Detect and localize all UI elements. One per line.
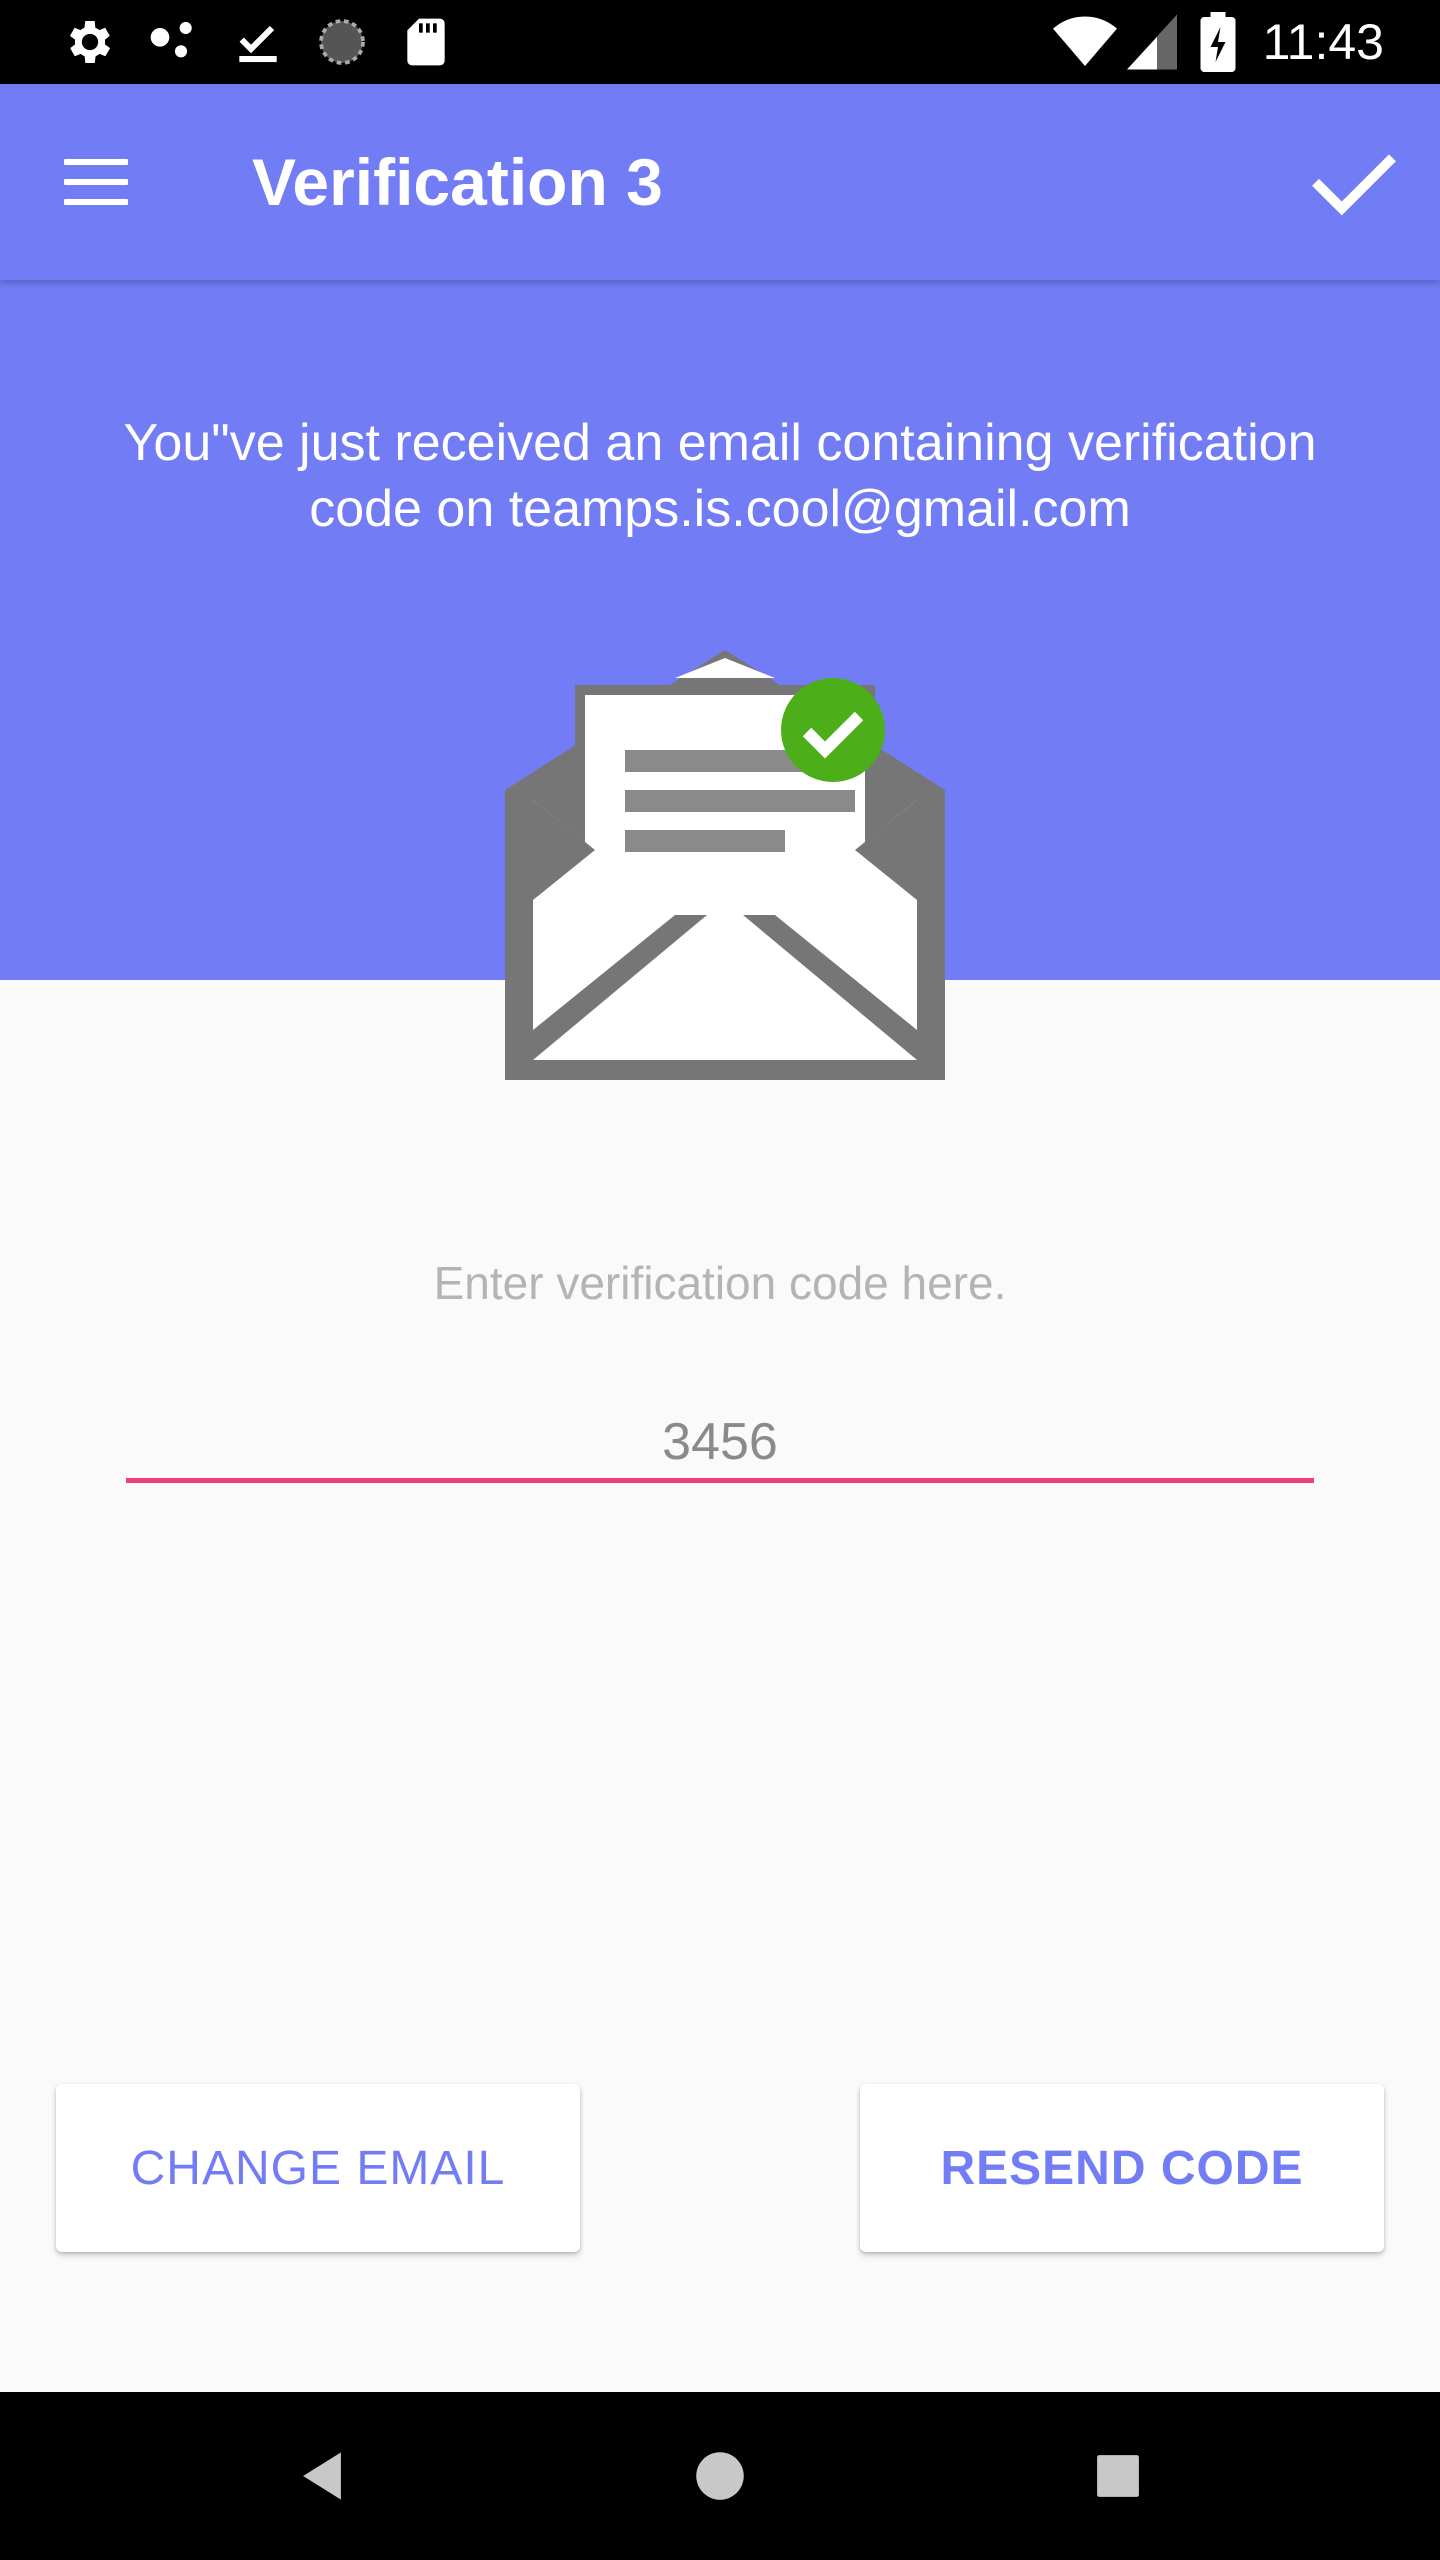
loading-icon bbox=[312, 14, 372, 70]
verification-code-input[interactable] bbox=[126, 1400, 1314, 1484]
battery-charging-icon bbox=[1196, 12, 1240, 72]
settings-icon bbox=[60, 14, 120, 70]
verification-message: You"ve just received an email containing… bbox=[123, 414, 1317, 538]
back-icon[interactable] bbox=[272, 2436, 372, 2516]
check-icon[interactable] bbox=[1304, 134, 1404, 234]
app-bar: Verification 3 bbox=[0, 84, 1440, 280]
page-title: Verification 3 bbox=[252, 145, 663, 219]
code-underline bbox=[126, 1478, 1314, 1483]
home-icon[interactable] bbox=[670, 2436, 770, 2516]
mail-opened-check-icon bbox=[505, 650, 945, 1090]
wifi-icon bbox=[1050, 14, 1120, 70]
recents-icon[interactable] bbox=[1068, 2436, 1168, 2516]
connections-icon bbox=[144, 14, 204, 70]
navigation-bar bbox=[0, 2392, 1440, 2560]
resend-code-button[interactable]: RESEND CODE bbox=[860, 2084, 1384, 2252]
clock: 11:43 bbox=[1262, 14, 1384, 70]
menu-icon[interactable] bbox=[48, 142, 148, 222]
code-hint-label: Enter verification code here. bbox=[433, 1257, 1007, 1309]
download-done-icon bbox=[228, 14, 288, 70]
sd-card-icon bbox=[396, 14, 456, 70]
change-email-button[interactable]: CHANGE EMAIL bbox=[56, 2084, 580, 2252]
status-bar: 11:43 bbox=[0, 0, 1440, 84]
signal-icon bbox=[1124, 14, 1180, 70]
